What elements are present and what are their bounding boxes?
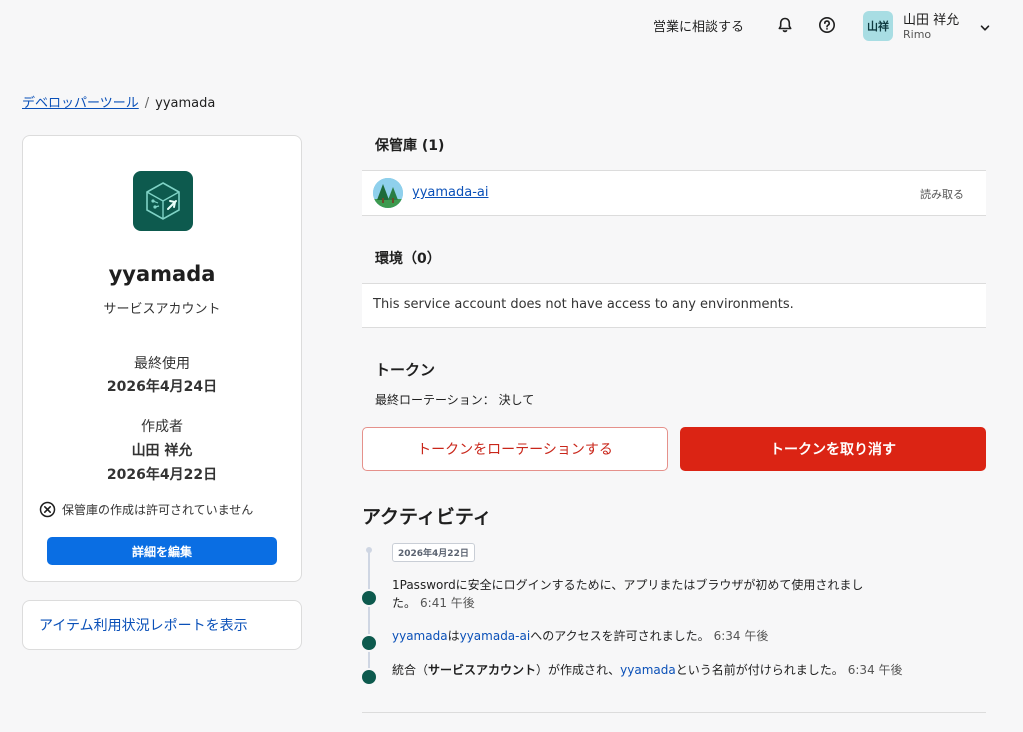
rotate-token-button[interactable]: トークンをローテーションする xyxy=(362,427,668,471)
activity-account-link[interactable]: yyamada xyxy=(620,663,676,677)
edit-details-button[interactable]: 詳細を編集 xyxy=(47,537,277,565)
service-account-logo-icon xyxy=(133,171,193,231)
activity-event-2-rest: へのアクセスを許可されました。 xyxy=(530,629,710,643)
activity-event-1: 1Passwordに安全にログインするために、アプリまたはブラウザが初めて使用さ… xyxy=(392,576,863,612)
bell-icon[interactable] xyxy=(776,16,794,34)
activity-event-3-rest: という名前が付けられました。 xyxy=(675,663,844,677)
timeline-start-dot xyxy=(366,547,372,553)
activity-account-link[interactable]: yyamada xyxy=(392,629,448,643)
activity-event-2-text: は xyxy=(447,629,460,643)
last-used-value: 2026年4月24日 xyxy=(106,379,218,395)
usage-report-card[interactable]: アイテム利用状況レポートを表示 xyxy=(22,600,302,650)
created-by-name: 山田 祥允 xyxy=(131,443,193,459)
close-circle-icon xyxy=(39,501,56,518)
activity-event-3-mid: ）が作成され、 xyxy=(536,663,621,677)
user-name[interactable]: 山田 祥允 xyxy=(903,9,959,28)
account-name: yyamada xyxy=(108,262,216,286)
profile-card: yyamada サービスアカウント 最終使用 2026年4月24日 作成者 山田… xyxy=(22,135,302,582)
activity-event-3-pre: 統合（ xyxy=(392,663,429,677)
created-by-label: 作成者 xyxy=(141,419,183,435)
vault-link[interactable]: yyamada-ai xyxy=(412,185,488,200)
avatar[interactable]: 山祥 xyxy=(863,11,893,41)
chevron-down-icon[interactable] xyxy=(979,19,991,31)
activity-vault-link[interactable]: yyamada-ai xyxy=(460,629,531,643)
activity-event-2: yyamadaはyyamada-aiへのアクセスを許可されました。 6:34 午後 xyxy=(392,627,768,645)
vault-row: yyamada-ai 読み取る xyxy=(362,170,986,216)
activity-marker-icon xyxy=(360,668,378,686)
breadcrumb: デベロッパーツール / yyamada xyxy=(22,92,215,111)
timeline-line xyxy=(368,550,370,678)
vault-tree-icon xyxy=(373,178,403,208)
vault-permission: 読み取る xyxy=(920,188,964,201)
bottom-divider xyxy=(362,712,986,713)
token-title: トークン xyxy=(375,361,436,379)
activity-date-badge: 2026年4月22日 xyxy=(392,543,475,562)
contact-sales-link[interactable]: 営業に相談する xyxy=(653,16,744,35)
created-date: 2026年4月22日 xyxy=(106,467,218,483)
environments-title: 環境（0） xyxy=(375,251,441,267)
activity-event-3: 統合（サービスアカウント）が作成され、yyamadaという名前が付けられました。… xyxy=(392,661,903,679)
activity-event-3-time: 6:34 午後 xyxy=(847,663,903,677)
activity-event-1-line1: 1Passwordに安全にログインするために、アプリまたはブラウザが初めて使用さ… xyxy=(392,578,864,592)
activity-event-1-line2: た。 xyxy=(392,596,417,610)
activity-event-3-bold: サービスアカウント xyxy=(428,663,537,677)
breadcrumb-current: yyamada xyxy=(155,96,216,111)
help-icon[interactable] xyxy=(818,16,836,34)
token-last-rotation: 最終ローテーション： 決して xyxy=(375,393,535,407)
last-used-label: 最終使用 xyxy=(134,356,190,372)
activity-marker-icon xyxy=(360,634,378,652)
activity-marker-icon xyxy=(360,589,378,607)
usage-report-link[interactable]: アイテム利用状況レポートを表示 xyxy=(39,615,248,635)
environments-row: This service account does not have acces… xyxy=(362,283,986,328)
vault-permission-text: 保管庫の作成は許可されていません xyxy=(62,503,254,517)
environments-empty-message: This service account does not have acces… xyxy=(373,297,794,312)
activity-event-2-time: 6:34 午後 xyxy=(713,629,769,643)
revoke-token-button[interactable]: トークンを取り消す xyxy=(680,427,986,471)
activity-event-1-time: 6:41 午後 xyxy=(420,596,475,610)
user-org: Rimo xyxy=(903,28,932,41)
vaults-title: 保管庫 (1) xyxy=(375,138,445,154)
activity-title: アクティビティ xyxy=(362,506,492,528)
account-type: サービスアカウント xyxy=(103,302,221,317)
breadcrumb-separator: / xyxy=(144,96,150,111)
breadcrumb-developer-tools[interactable]: デベロッパーツール xyxy=(22,96,139,111)
top-bar: 営業に相談する 山祥 山田 祥允 Rimo xyxy=(0,0,1023,52)
vault-permission-note: 保管庫の作成は許可されていません xyxy=(39,501,253,518)
